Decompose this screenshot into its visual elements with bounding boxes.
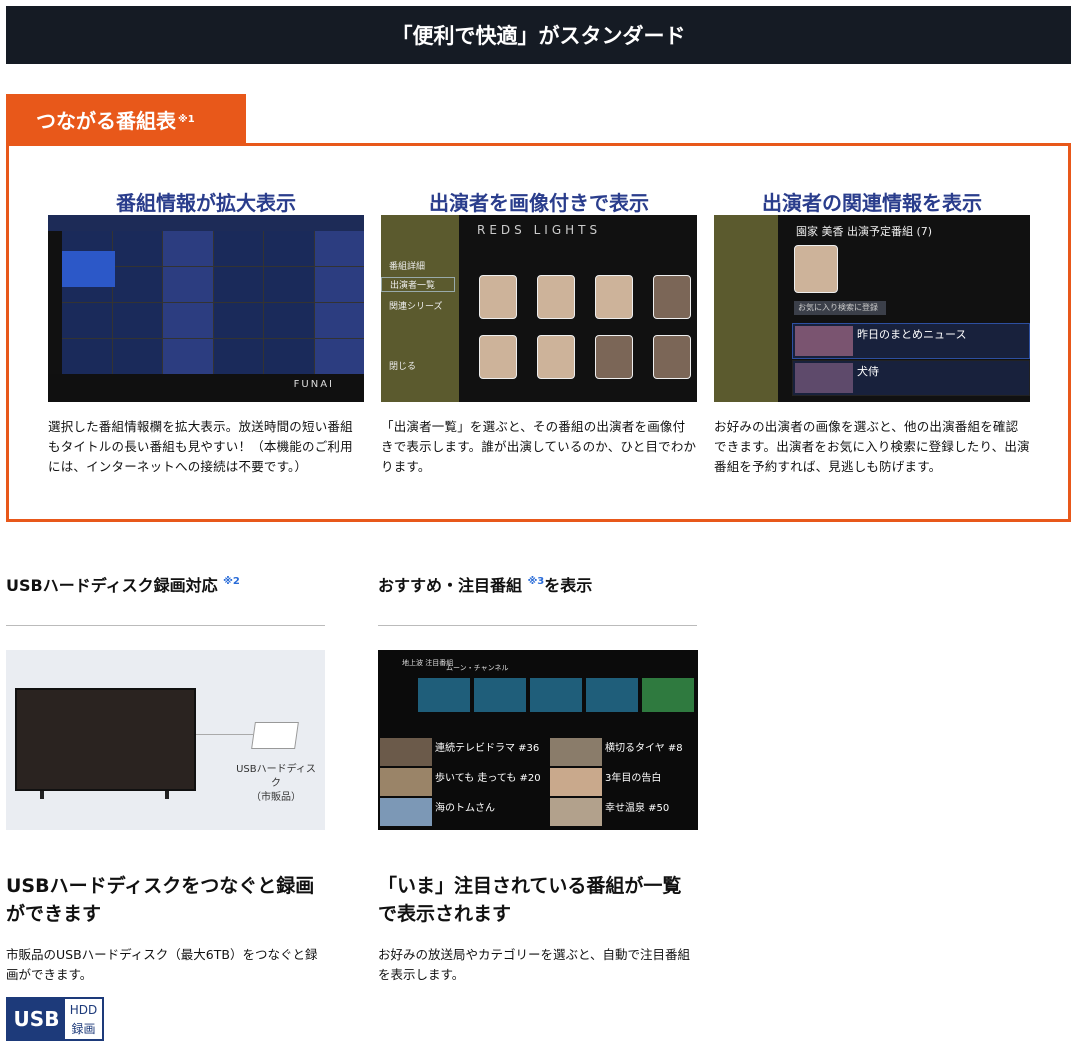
performer-photo (653, 275, 691, 319)
page-banner: 「便利で快適」がスタンダード (6, 6, 1071, 64)
genre-tab (418, 678, 470, 712)
divider (6, 625, 325, 626)
program-thumbnail (795, 363, 853, 393)
epg-header (48, 215, 364, 231)
performer-photo (537, 335, 575, 379)
genre-tab (530, 678, 582, 712)
performer-photo (653, 335, 691, 379)
related-title: 園家 美香 出演予定番組 (7) (796, 225, 933, 238)
badge-usb: USB (8, 999, 65, 1039)
hdd-label-line: （市販品） (251, 792, 301, 803)
tv-leg (165, 791, 169, 799)
feature-heading: 出演者を画像付きで表示 (429, 191, 649, 215)
usb-cable (196, 734, 256, 735)
performer-photo (479, 275, 517, 319)
feature-text: 「出演者一覧」を選ぶと、その番組の出演者を画像付きで表示します。誰が出演している… (381, 419, 697, 474)
menu-item: 番組詳細 (389, 262, 426, 272)
feature-tab-note: ※1 (178, 113, 195, 125)
badge-hdd-text: HDD (69, 1003, 98, 1017)
menu-item: 閉じる (389, 362, 417, 372)
recommend-nav: ムーン・チャンネル (446, 664, 509, 672)
side-menu: 番組詳細 出演者一覧 関連シリーズ 閉じる (381, 215, 459, 402)
recommend-title-text: おすすめ・注目番組 (378, 576, 528, 595)
recommend-note: ※3 (527, 576, 545, 587)
recommend-item: 連続テレビドラマ #36 (380, 738, 539, 766)
feature-heading: 出演者の関連情報を表示 (762, 191, 982, 215)
epg-screenshot: FUNAI (48, 215, 364, 402)
recommend-section-title: おすすめ・注目番組 ※3を表示 (378, 572, 592, 596)
recommend-item: 歩いても 走っても #20 (380, 768, 541, 796)
badge-hdd: HDD 録画 (65, 999, 102, 1039)
side-menu (714, 215, 778, 402)
menu-item: 関連シリーズ (389, 302, 443, 312)
usb-title-text: USBハードディスク録画対応 (6, 576, 218, 595)
performer-photo (595, 335, 633, 379)
brand-logo: FUNAI (293, 379, 334, 390)
usb-note: ※2 (223, 576, 240, 587)
feature-column-zoom: 番組情報が拡大表示 FUNAI 選択した番組情報欄を拡大表示。放送時間の短い番組… (48, 192, 364, 477)
recommend-description: お好みの放送局やカテゴリーを選ぶと、自動で注目番組を表示します。 (378, 947, 691, 982)
feature-heading: 番組情報が拡大表示 (116, 191, 296, 215)
recommend-title-suffix: を表示 (544, 576, 593, 595)
recommend-item: 横切るタイヤ #8 (550, 738, 698, 766)
recommend-item: 海のトムさん (380, 798, 530, 826)
recommend-item: 3年目の告白 (550, 768, 698, 796)
badge-rec-text: 録画 (71, 1022, 96, 1036)
genre-tab (586, 678, 638, 712)
divider (378, 625, 697, 626)
genre-tab (474, 678, 526, 712)
program-row: 昨日のまとめニュース (792, 323, 1030, 359)
hdd-icon (251, 722, 299, 749)
recommend-headline: 「いま」注目されている番組が一覧で表示されます (378, 875, 682, 925)
performer-photo (595, 275, 633, 319)
feature-column-performers: 出演者を画像付きで表示 番組詳細 出演者一覧 関連シリーズ 閉じる REDS L… (381, 192, 697, 477)
epg-highlighted-cell (62, 251, 115, 287)
usb-hdd-illustration: USBハードディスク （市販品） (6, 650, 325, 830)
program-title: 犬侍 (857, 365, 879, 378)
feature-text: 選択した番組情報欄を拡大表示。放送時間の短い番組もタイトルの長い番組も見やすい！… (48, 419, 353, 474)
menu-item: 出演者一覧 (381, 277, 455, 292)
usb-hdd-rec-badge: USB HDD 録画 (6, 997, 104, 1041)
recommend-item: 幸せ温泉 #50 (550, 798, 698, 826)
tv-leg (40, 791, 44, 799)
favorite-search-button: お気に入り検索に登録 (794, 301, 886, 315)
performer-photo (537, 275, 575, 319)
hdd-label-line: USBハードディスク (236, 764, 316, 789)
hdd-label: USBハードディスク （市販品） (236, 763, 316, 805)
tv-image (15, 688, 196, 791)
usb-description: 市販品のUSBハードディスク（最大6TB）をつなぐと録画ができます。 (6, 947, 318, 982)
usb-headline: USBハードディスクをつなぐと録画ができます (6, 875, 315, 925)
feature-panel: 番組情報が拡大表示 FUNAI 選択した番組情報欄を拡大表示。放送時間の短い番組… (6, 143, 1071, 522)
performers-screenshot: 番組詳細 出演者一覧 関連シリーズ 閉じる REDS LIGHTS (381, 215, 697, 402)
program-row: 犬侍 (792, 360, 1030, 396)
recommend-screenshot: 地上波 注目番組 ムーン・チャンネル 連続テレビドラマ #36 横切るタイヤ #… (378, 650, 698, 830)
feature-tab: つながる番組表 ※1 (6, 94, 246, 144)
program-thumbnail (795, 326, 853, 356)
usb-section-title: USBハードディスク録画対応 ※2 (6, 572, 240, 596)
feature-text: お好みの出演者の画像を選ぶと、他の出演番組を確認できます。出演者をお気に入り検索… (714, 419, 1030, 474)
feature-tab-label: つながる番組表 (36, 108, 176, 133)
feature-column-related: 出演者の関連情報を表示 園家 美香 出演予定番組 (7) お気に入り検索に登録 … (714, 192, 1030, 477)
performer-photo (794, 245, 838, 293)
program-title: 昨日のまとめニュース (857, 328, 967, 341)
related-screenshot: 園家 美香 出演予定番組 (7) お気に入り検索に登録 昨日のまとめニュース 犬… (714, 215, 1030, 402)
genre-tab (642, 678, 694, 712)
performer-photo (479, 335, 517, 379)
program-title: REDS LIGHTS (477, 223, 602, 237)
